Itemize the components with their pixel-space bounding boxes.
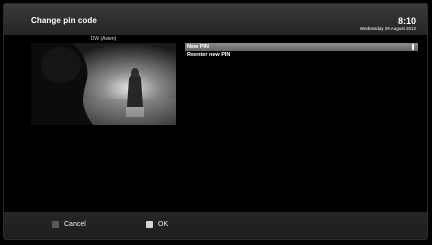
clock-date: Wednesday 29 August 2012: [359, 26, 416, 31]
menu-frame: Change pin code 8:10 Wednesday 29 August…: [3, 3, 428, 240]
footer-bar: Cancel OK: [4, 212, 427, 239]
cursor-icon: [412, 44, 414, 50]
ok-label: OK: [158, 221, 169, 228]
ok-button[interactable]: OK: [146, 221, 168, 228]
preview-image: [31, 43, 176, 125]
menu-item-reenter-pin[interactable]: Reenter new PIN: [185, 51, 418, 59]
channel-name: DW (Asien): [90, 36, 117, 42]
cancel-button[interactable]: Cancel: [52, 221, 86, 228]
menu-item-new-pin[interactable]: New PIN: [185, 43, 418, 51]
video-preview: [31, 43, 176, 125]
clock-time: 8:10: [397, 16, 416, 26]
page-title: Change pin code: [31, 16, 97, 25]
cancel-label: Cancel: [64, 221, 86, 228]
pin-menu: New PIN Reenter new PIN: [185, 43, 418, 59]
ok-key-icon: [146, 221, 153, 228]
menu-item-label: Reenter new PIN: [187, 52, 231, 58]
tv-menu-screen: Change pin code 8:10 Wednesday 29 August…: [0, 0, 432, 245]
cancel-key-icon: [52, 221, 59, 228]
menu-item-label: New PIN: [187, 44, 210, 50]
header-bar: Change pin code 8:10 Wednesday 29 August…: [4, 4, 427, 35]
